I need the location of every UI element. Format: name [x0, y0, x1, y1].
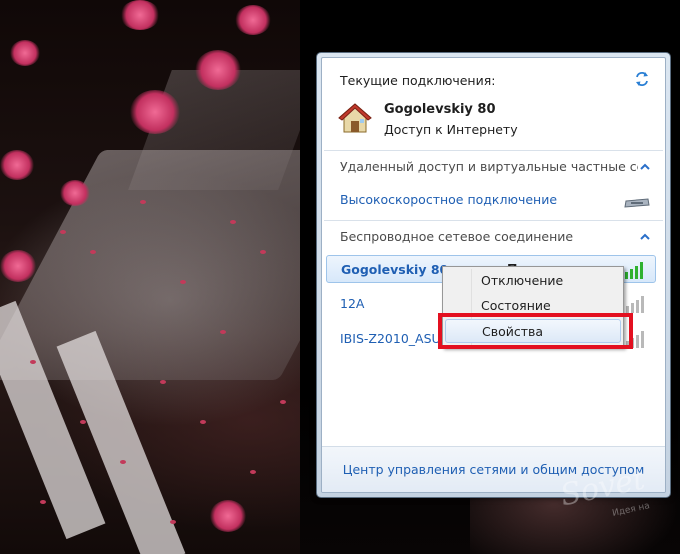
highlight-annotation	[438, 313, 633, 349]
refresh-icon[interactable]	[633, 70, 651, 88]
petal	[80, 420, 86, 424]
flower	[210, 500, 246, 532]
petal	[170, 520, 176, 524]
home-network-icon	[338, 103, 372, 133]
divider	[324, 220, 663, 221]
group-header-label: Беспроводное сетевое соединение	[340, 229, 574, 244]
flower	[120, 0, 160, 30]
group-header-vpn[interactable]: Удаленный доступ и виртуальные частные с…	[322, 156, 665, 180]
flower	[0, 250, 36, 282]
flower	[195, 50, 241, 90]
wifi-network-name: IBIS-Z2010_ASUS	[340, 331, 449, 346]
petal	[250, 470, 256, 474]
menu-item-label: Состояние	[481, 298, 551, 313]
wifi-network-name: Gogolevskiy 80	[341, 262, 449, 277]
petal	[280, 400, 286, 404]
chevron-up-icon[interactable]	[639, 161, 651, 173]
current-connections-title: Текущие подключения:	[340, 73, 496, 88]
petal	[220, 330, 226, 334]
petal	[140, 200, 146, 204]
wifi-network-name: 12A	[340, 296, 365, 311]
petal	[160, 380, 166, 384]
petal	[40, 500, 46, 504]
chevron-up-icon[interactable]	[639, 231, 651, 243]
flower	[130, 90, 180, 134]
flower	[235, 5, 271, 35]
petal	[260, 250, 266, 254]
current-connection-status: Доступ к Интернету	[384, 122, 518, 137]
group-header-wireless[interactable]: Беспроводное сетевое соединение	[322, 226, 665, 250]
petal	[60, 230, 66, 234]
petal	[200, 420, 206, 424]
petal	[120, 460, 126, 464]
group-header-label: Удаленный доступ и виртуальные частные с…	[340, 159, 638, 174]
petal	[230, 220, 236, 224]
dialup-connection-item[interactable]: Высокоскоростное подключение	[340, 192, 557, 207]
flower	[0, 150, 34, 180]
petal	[30, 360, 36, 364]
menu-item-label: Отключение	[481, 273, 564, 288]
menu-item-disconnect[interactable]: Отключение	[445, 269, 621, 293]
modem-icon	[624, 198, 650, 208]
divider	[324, 150, 663, 151]
flower	[60, 180, 90, 206]
petal	[90, 250, 96, 254]
petal	[180, 280, 186, 284]
current-connections-section: Текущие подключения: Gogolevskiy 80 Дост…	[322, 58, 665, 150]
current-connection-name: Gogolevskiy 80	[384, 102, 496, 117]
flower	[10, 40, 40, 66]
